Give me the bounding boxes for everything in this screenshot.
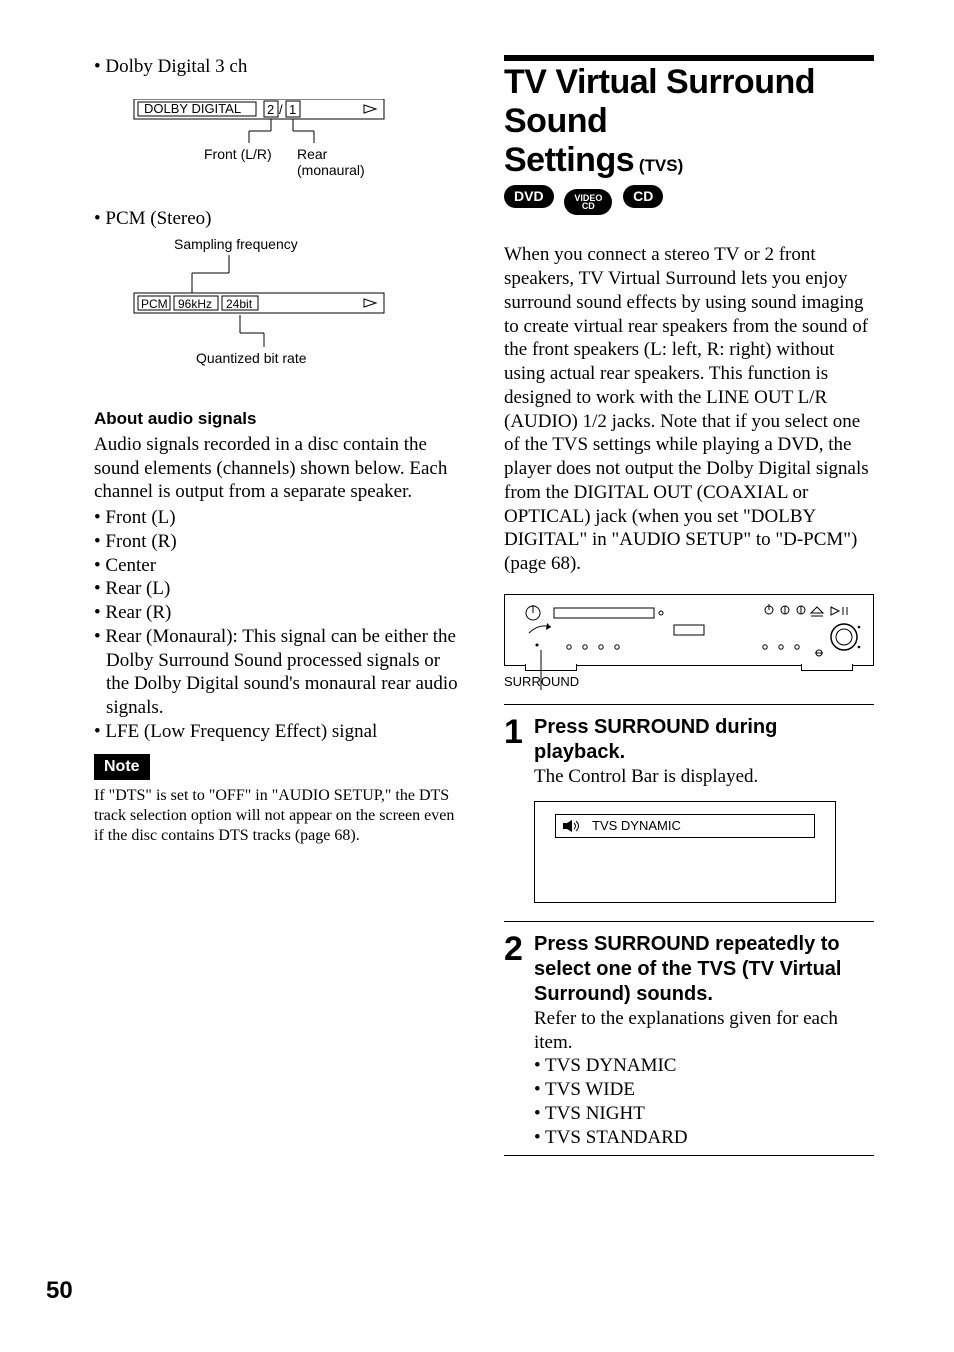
format-pills: DVD VIDEOCD CD [504, 184, 874, 215]
section-bar [504, 55, 874, 61]
sampling-label: Sampling frequency [174, 236, 298, 252]
list-item: • LFE (Low Frequency Effect) signal [94, 720, 464, 744]
step-number: 1 [504, 715, 526, 749]
step-2-item: • TVS NIGHT [534, 1102, 874, 1126]
note-label: Note [94, 754, 150, 780]
right-column: TV Virtual Surround Sound Settings (TVS)… [504, 55, 874, 1162]
dvd-player-icon [504, 594, 874, 666]
section-title: TV Virtual Surround Sound Settings (TVS) [504, 63, 874, 180]
list-item: • Center [94, 554, 464, 578]
page-number: 50 [46, 1276, 73, 1306]
step-1-title: Press SURROUND during playback. [534, 715, 874, 765]
step-2-item: • TVS WIDE [534, 1078, 874, 1102]
list-item: • Rear (Monaural): This signal can be ei… [94, 625, 464, 720]
title-line1: TV Virtual Surround Sound [504, 63, 815, 140]
step-divider [504, 921, 874, 922]
control-bar-text: TVS DYNAMIC [592, 818, 681, 834]
step-number: 2 [504, 932, 526, 966]
step-2-title: Press SURROUND repeatedly to select one … [534, 932, 874, 1007]
dolby-n1: 2 [267, 102, 274, 117]
page: • Dolby Digital 3 ch DOLBY DIGITAL 2 / 1 [0, 0, 954, 1352]
dolby-front-label: Front (L/R) [204, 146, 272, 162]
dolby-3ch-line: • Dolby Digital 3 ch [94, 55, 464, 79]
dolby-mono-label: (monaural) [297, 162, 365, 178]
pill-videocd: VIDEOCD [564, 189, 612, 215]
qbr-label: Quantized bit rate [196, 350, 307, 366]
list-item: • Rear (R) [94, 601, 464, 625]
step-divider [504, 1155, 874, 1156]
columns: • Dolby Digital 3 ch DOLBY DIGITAL 2 / 1 [94, 55, 874, 1162]
pill-cd: CD [623, 185, 663, 208]
pcm-freq: 96kHz [178, 297, 212, 311]
pcm-bit: 24bit [226, 297, 253, 311]
dolby-n2: 1 [289, 102, 296, 117]
dolby-slash: / [279, 102, 283, 117]
step-2: 2 Press SURROUND repeatedly to select on… [504, 932, 874, 1150]
pill-dvd: DVD [504, 185, 554, 208]
step-2-item: • TVS DYNAMIC [534, 1054, 874, 1078]
title-line2: Settings [504, 141, 634, 179]
intro-paragraph: When you connect a stereo TV or 2 front … [504, 243, 874, 576]
channel-list: • Front (L) • Front (R) • Center • Rear … [94, 506, 464, 744]
surround-callout: SURROUND [504, 674, 874, 690]
control-bar-figure: TVS DYNAMIC [534, 801, 836, 903]
list-item: • Front (R) [94, 530, 464, 554]
pcm-diagram-svg: Sampling frequency PCM 96kHz 24bit Quan [124, 235, 404, 385]
about-audio-title: About audio signals [94, 408, 464, 429]
dolby-box-label: DOLBY DIGITAL [144, 101, 241, 116]
list-item: • Rear (L) [94, 577, 464, 601]
note-text: If "DTS" is set to "OFF" in "AUDIO SETUP… [94, 786, 464, 846]
pcm-stereo-line: • PCM (Stereo) [94, 207, 464, 231]
step-1-body: The Control Bar is displayed. [534, 765, 874, 789]
title-tvs: (TVS) [639, 156, 683, 175]
step-2-body: Refer to the explanations given for each… [534, 1007, 874, 1055]
pcm-label: PCM [141, 297, 168, 311]
step-divider [504, 704, 874, 705]
speaker-icon [562, 819, 584, 833]
player-figure: SURROUND [504, 594, 874, 690]
dolby-diagram-svg: DOLBY DIGITAL 2 / 1 Front (L/R) Rear [124, 99, 404, 199]
about-audio-body: Audio signals recorded in a disc contain… [94, 433, 464, 504]
step-2-item: • TVS STANDARD [534, 1126, 874, 1150]
step-1: 1 Press SURROUND during playback. The Co… [504, 715, 874, 903]
left-column: • Dolby Digital 3 ch DOLBY DIGITAL 2 / 1 [94, 55, 464, 1162]
dolby-diagram: DOLBY DIGITAL 2 / 1 Front (L/R) Rear [124, 99, 464, 204]
dolby-rear-label: Rear [297, 146, 328, 162]
pcm-diagram: Sampling frequency PCM 96kHz 24bit Quan [124, 235, 464, 390]
list-item: • Front (L) [94, 506, 464, 530]
